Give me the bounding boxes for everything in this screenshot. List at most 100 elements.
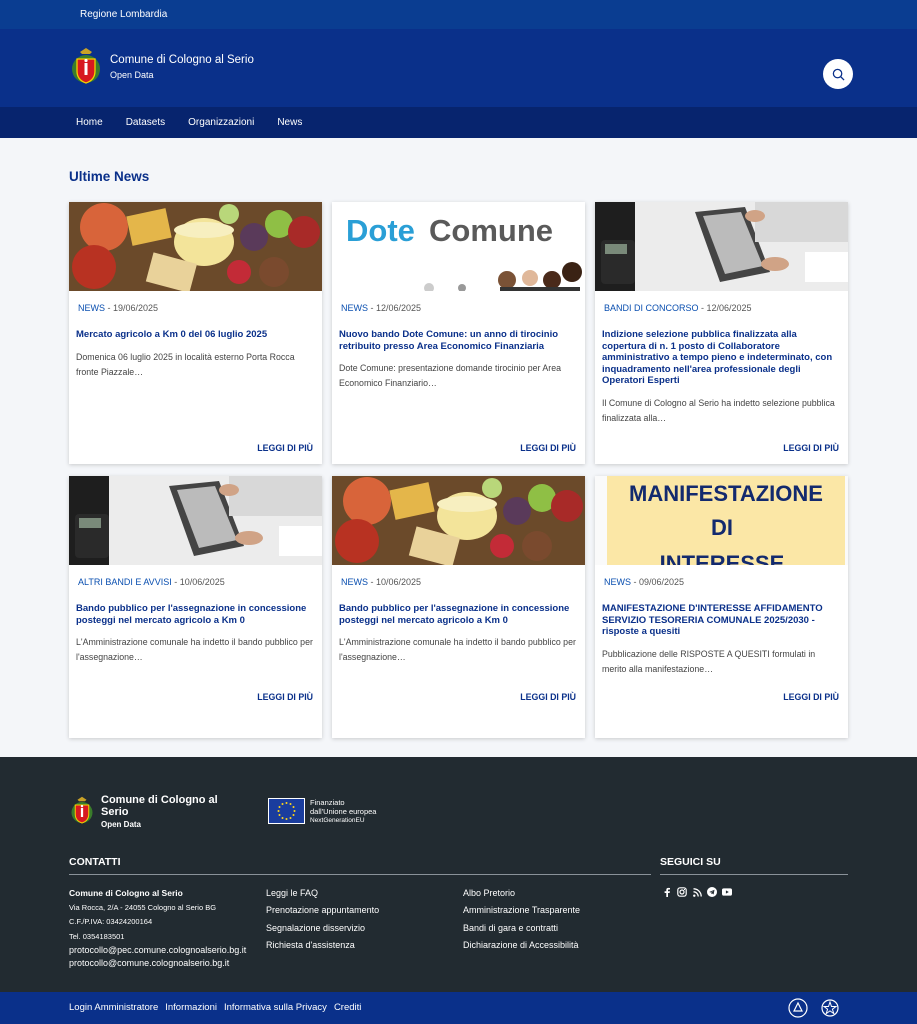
contact-email[interactable]: protocollo@comune.colognoalserio.bg.it bbox=[69, 957, 246, 970]
news-card[interactable]: NEWS - 10/06/2025 Bando pubblico per l'a… bbox=[332, 476, 585, 738]
read-more-link[interactable]: LEGGI DI PIÙ bbox=[783, 443, 839, 453]
news-card[interactable]: Dote Comune NEWS - 12/06/2025 Nuovo band… bbox=[332, 202, 585, 464]
news-card-image bbox=[595, 202, 848, 291]
site-subtitle: Open Data bbox=[110, 70, 154, 80]
dote-logo-text: Dote bbox=[346, 213, 415, 248]
contact-address: Via Rocca, 2/A - 24055 Cologno al Serio … bbox=[69, 902, 217, 912]
footer-brand[interactable]: Comune di Cologno al Serio Open Data bbox=[101, 794, 231, 829]
news-date: 10/06/2025 bbox=[376, 577, 422, 587]
read-more-link[interactable]: LEGGI DI PIÙ bbox=[257, 692, 313, 702]
news-title[interactable]: Bando pubblico per l'assegnazione in con… bbox=[76, 603, 314, 626]
news-card-image bbox=[332, 476, 585, 565]
nav-organizzazioni[interactable]: Organizzazioni bbox=[188, 117, 254, 128]
eu-flag-icon bbox=[268, 798, 305, 824]
news-card-meta: NEWS - 09/06/2025 bbox=[604, 577, 685, 587]
eu-text-1: Finanziato bbox=[310, 798, 345, 807]
site-header: Comune di Cologno al Serio Open Data bbox=[0, 29, 917, 107]
news-category[interactable]: ALTRI BANDI E AVVISI bbox=[78, 577, 172, 587]
facebook-icon[interactable] bbox=[662, 887, 672, 897]
nav-news[interactable]: News bbox=[277, 117, 302, 128]
telegram-icon[interactable] bbox=[707, 887, 717, 897]
contacts-heading: CONTATTI bbox=[69, 856, 121, 868]
nav-home[interactable]: Home bbox=[76, 117, 103, 128]
tenders-link[interactable]: Bandi di gara e contratti bbox=[463, 920, 580, 937]
read-more-link[interactable]: LEGGI DI PIÙ bbox=[783, 692, 839, 702]
news-card-image: Dote Comune bbox=[332, 202, 585, 291]
news-date: 12/06/2025 bbox=[376, 303, 422, 313]
admin-login-link[interactable]: Login Amministratore bbox=[69, 1002, 158, 1013]
news-card[interactable]: ALTRI BANDI E AVVISI - 10/06/2025 Bando … bbox=[69, 476, 322, 738]
albo-pretorio-link[interactable]: Albo Pretorio bbox=[463, 885, 580, 902]
news-description: L'Amministrazione comunale ha indetto il… bbox=[76, 637, 313, 662]
manifest-image-text-2: DI bbox=[711, 515, 733, 540]
main-nav: Home Datasets Organizzazioni News bbox=[0, 107, 917, 138]
assistance-link[interactable]: Richiesta d'assistenza bbox=[266, 937, 379, 954]
contact-org: Comune di Cologno al Serio bbox=[69, 888, 183, 898]
privacy-link[interactable]: Informativa sulla Privacy bbox=[224, 1002, 327, 1013]
footer-links-col2: Albo Pretorio Amministrazione Trasparent… bbox=[463, 885, 580, 954]
manifest-image-text-3: INTERESSE bbox=[660, 551, 785, 565]
contact-pec[interactable]: protocollo@pec.comune.colognoalserio.bg.… bbox=[69, 944, 246, 957]
news-date: 19/06/2025 bbox=[113, 303, 159, 313]
youtube-icon[interactable] bbox=[722, 887, 732, 897]
news-title[interactable]: Nuovo bando Dote Comune: un anno di tiro… bbox=[339, 329, 577, 352]
bottom-links: Login Amministratore Informazioni Inform… bbox=[69, 1002, 361, 1013]
accessibility-link[interactable]: Dichiarazione di Accessibilità bbox=[463, 937, 580, 954]
news-card[interactable]: MANIFESTAZIONE DI INTERESSE NEWS - 09/06… bbox=[595, 476, 848, 738]
eu-text-2: dall'Unione europea bbox=[310, 807, 377, 816]
news-card-meta: ALTRI BANDI E AVVISI - 10/06/2025 bbox=[78, 577, 225, 587]
municipality-crest-icon[interactable] bbox=[70, 795, 94, 827]
region-link[interactable]: Regione Lombardia bbox=[80, 9, 167, 20]
site-footer: Comune di Cologno al Serio Open Data Fin… bbox=[0, 757, 917, 992]
news-category[interactable]: NEWS bbox=[341, 577, 368, 587]
site-title: Comune di Cologno al Serio bbox=[110, 54, 254, 66]
news-description: Pubblicazione delle RISPOSTE A QUESITI f… bbox=[602, 649, 816, 674]
municipality-crest-icon[interactable] bbox=[70, 47, 102, 87]
read-more-link[interactable]: LEGGI DI PIÙ bbox=[520, 443, 576, 453]
credits-link[interactable]: Crediti bbox=[334, 1002, 361, 1013]
news-card-meta: NEWS - 12/06/2025 bbox=[341, 303, 422, 313]
contact-info: Comune di Cologno al Serio Via Rocca, 2/… bbox=[69, 886, 246, 970]
info-link[interactable]: Informazioni bbox=[165, 1002, 217, 1013]
read-more-link[interactable]: LEGGI DI PIÙ bbox=[520, 692, 576, 702]
news-card[interactable]: BANDI DI CONCORSO - 12/06/2025 Indizione… bbox=[595, 202, 848, 464]
news-category[interactable]: NEWS bbox=[78, 303, 105, 313]
news-title[interactable]: Mercato agricolo a Km 0 del 06 luglio 20… bbox=[76, 329, 314, 341]
news-title[interactable]: Bando pubblico per l'assegnazione in con… bbox=[339, 603, 577, 626]
news-title[interactable]: MANIFESTAZIONE D'INTERESSE AFFIDAMENTO S… bbox=[602, 603, 840, 638]
faq-link[interactable]: Leggi le FAQ bbox=[266, 885, 379, 902]
appointment-link[interactable]: Prenotazione appuntamento bbox=[266, 902, 379, 919]
news-card-image bbox=[69, 476, 322, 565]
social-divider bbox=[660, 874, 848, 875]
footer-subtitle: Open Data bbox=[101, 820, 142, 829]
news-card-meta: NEWS - 19/06/2025 bbox=[78, 303, 159, 313]
news-description: Il Comune di Cologno al Serio ha indetto… bbox=[602, 398, 835, 423]
instagram-icon[interactable] bbox=[677, 887, 687, 897]
nav-datasets[interactable]: Datasets bbox=[126, 117, 165, 128]
search-button[interactable] bbox=[823, 59, 853, 89]
news-section: Ultime News NEWS - 19/06/2025 Mercato ag… bbox=[0, 138, 917, 757]
news-description: L'Amministrazione comunale ha indetto il… bbox=[339, 637, 576, 662]
news-card-image: MANIFESTAZIONE DI INTERESSE bbox=[595, 476, 848, 565]
news-date: 12/06/2025 bbox=[706, 303, 752, 313]
eu-funding-logo: Finanziato dall'Unione europea NextGener… bbox=[268, 798, 376, 825]
site-brand[interactable]: Comune di Cologno al Serio Open Data bbox=[110, 53, 254, 80]
news-title[interactable]: Indizione selezione pubblica finalizzata… bbox=[602, 329, 840, 387]
agid-logo-icon[interactable] bbox=[788, 998, 808, 1018]
news-category[interactable]: NEWS bbox=[604, 577, 631, 587]
rss-icon[interactable] bbox=[692, 887, 702, 897]
eu-text-3: NextGenerationEU bbox=[310, 817, 365, 824]
news-card[interactable]: NEWS - 19/06/2025 Mercato agricolo a Km … bbox=[69, 202, 322, 464]
read-more-link[interactable]: LEGGI DI PIÙ bbox=[257, 443, 313, 453]
news-card-image bbox=[69, 202, 322, 291]
manifest-image-text-1: MANIFESTAZIONE bbox=[629, 481, 823, 506]
contacts-divider bbox=[69, 874, 651, 875]
bottom-bar: Login Amministratore Informazioni Inform… bbox=[0, 992, 917, 1024]
report-issue-link[interactable]: Segnalazione disservizio bbox=[266, 920, 379, 937]
search-icon bbox=[832, 68, 845, 81]
transparency-link[interactable]: Amministrazione Trasparente bbox=[463, 902, 580, 919]
italian-republic-emblem-icon[interactable] bbox=[820, 998, 840, 1018]
news-category[interactable]: BANDI DI CONCORSO bbox=[604, 303, 699, 313]
news-category[interactable]: NEWS bbox=[341, 303, 368, 313]
social-heading: SEGUICI SU bbox=[660, 856, 721, 868]
